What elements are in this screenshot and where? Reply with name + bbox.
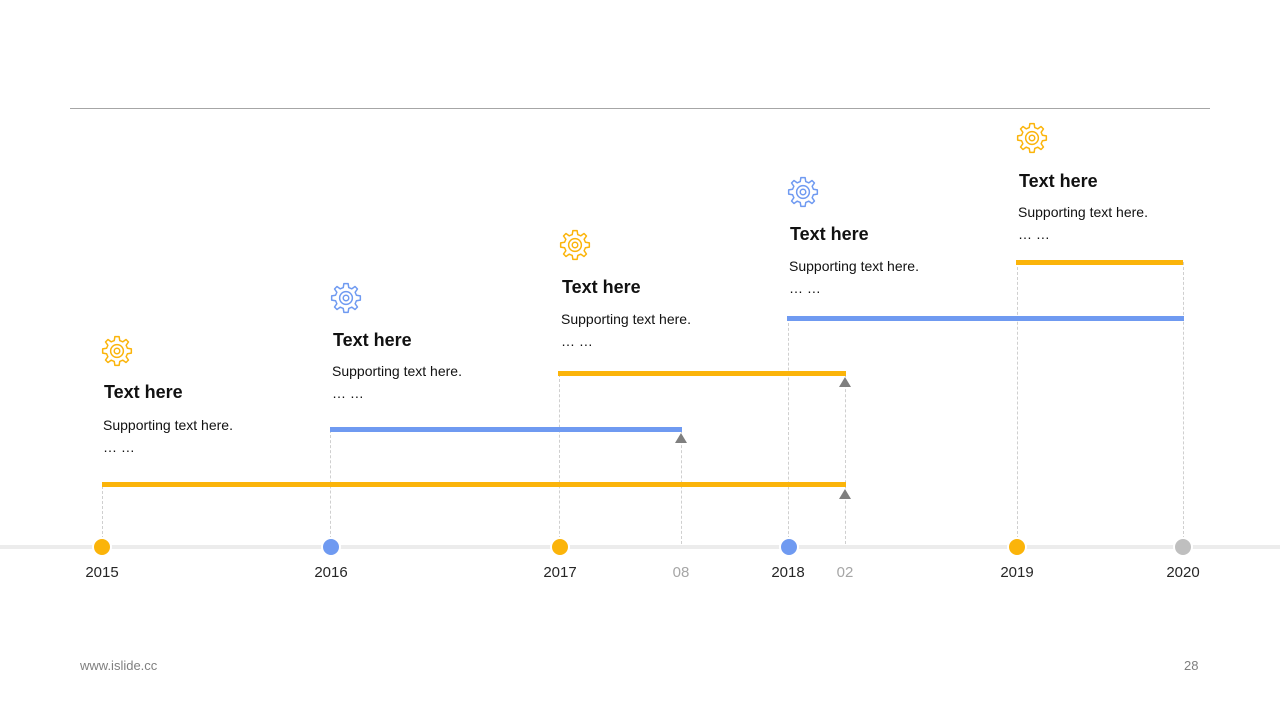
support-line: Supporting text here. (789, 258, 919, 274)
guide-2018 (788, 318, 789, 544)
duration-bar-4 (787, 316, 1184, 321)
support-ellipsis: … … (103, 439, 135, 455)
axis-label-2016: 2016 (314, 564, 348, 581)
gear-icon (559, 229, 591, 261)
footer-url: www.islide.cc (80, 658, 158, 673)
support-ellipsis: … … (1018, 226, 1050, 242)
milestone-title: Text here (104, 382, 183, 402)
guide-2017 (559, 374, 560, 544)
duration-bar-5 (1016, 260, 1183, 265)
axis-label-02: 02 (836, 564, 854, 581)
timeline-axis (0, 545, 1280, 549)
axis-dot-2018 (779, 537, 799, 557)
axis-label-2020: 2020 (1166, 564, 1200, 581)
gear-icon (330, 282, 362, 314)
page-number: 28 (1184, 658, 1199, 673)
milestone-title: Text here (562, 277, 641, 297)
support-line: Supporting text here. (561, 311, 691, 327)
guide-02 (845, 374, 846, 544)
support-ellipsis: … … (789, 280, 821, 296)
milestone-support-text: Supporting text here. … … (103, 414, 233, 458)
end-arrow-1 (839, 489, 851, 499)
top-divider (70, 108, 1210, 109)
guide-2016 (330, 430, 331, 544)
support-ellipsis: … … (332, 385, 364, 401)
milestone-support-text: Supporting text here. … … (561, 308, 691, 352)
duration-bar-3 (558, 371, 846, 376)
guide-2015 (102, 486, 103, 544)
gear-icon (787, 176, 819, 208)
axis-dot-2019 (1007, 537, 1027, 557)
support-line: Supporting text here. (103, 417, 233, 433)
axis-label-08: 08 (672, 564, 690, 581)
guide-2020 (1183, 262, 1184, 544)
axis-label-2018: 2018 (771, 564, 805, 581)
milestone-support-text: Supporting text here. … … (332, 360, 462, 404)
axis-dot-2016 (321, 537, 341, 557)
milestone-support-text: Supporting text here. … … (789, 255, 919, 299)
support-line: Supporting text here. (332, 363, 462, 379)
duration-bar-1 (102, 482, 846, 487)
duration-bar-2 (330, 427, 682, 432)
milestone-title: Text here (1019, 171, 1098, 191)
axis-label-2015: 2015 (85, 564, 119, 581)
end-arrow-3 (839, 377, 851, 387)
axis-dot-2017 (550, 537, 570, 557)
end-arrow-2 (675, 433, 687, 443)
milestone-title: Text here (333, 330, 412, 350)
guide-2019 (1017, 262, 1018, 544)
gear-icon (101, 335, 133, 367)
milestone-support-text: Supporting text here. … … (1018, 201, 1148, 245)
axis-dot-2020 (1173, 537, 1193, 557)
axis-label-2017: 2017 (543, 564, 577, 581)
support-line: Supporting text here. (1018, 204, 1148, 220)
milestone-title: Text here (790, 224, 869, 244)
axis-label-2019: 2019 (1000, 564, 1034, 581)
gear-icon (1016, 122, 1048, 154)
guide-08 (681, 430, 682, 544)
support-ellipsis: … … (561, 333, 593, 349)
axis-dot-2015 (92, 537, 112, 557)
